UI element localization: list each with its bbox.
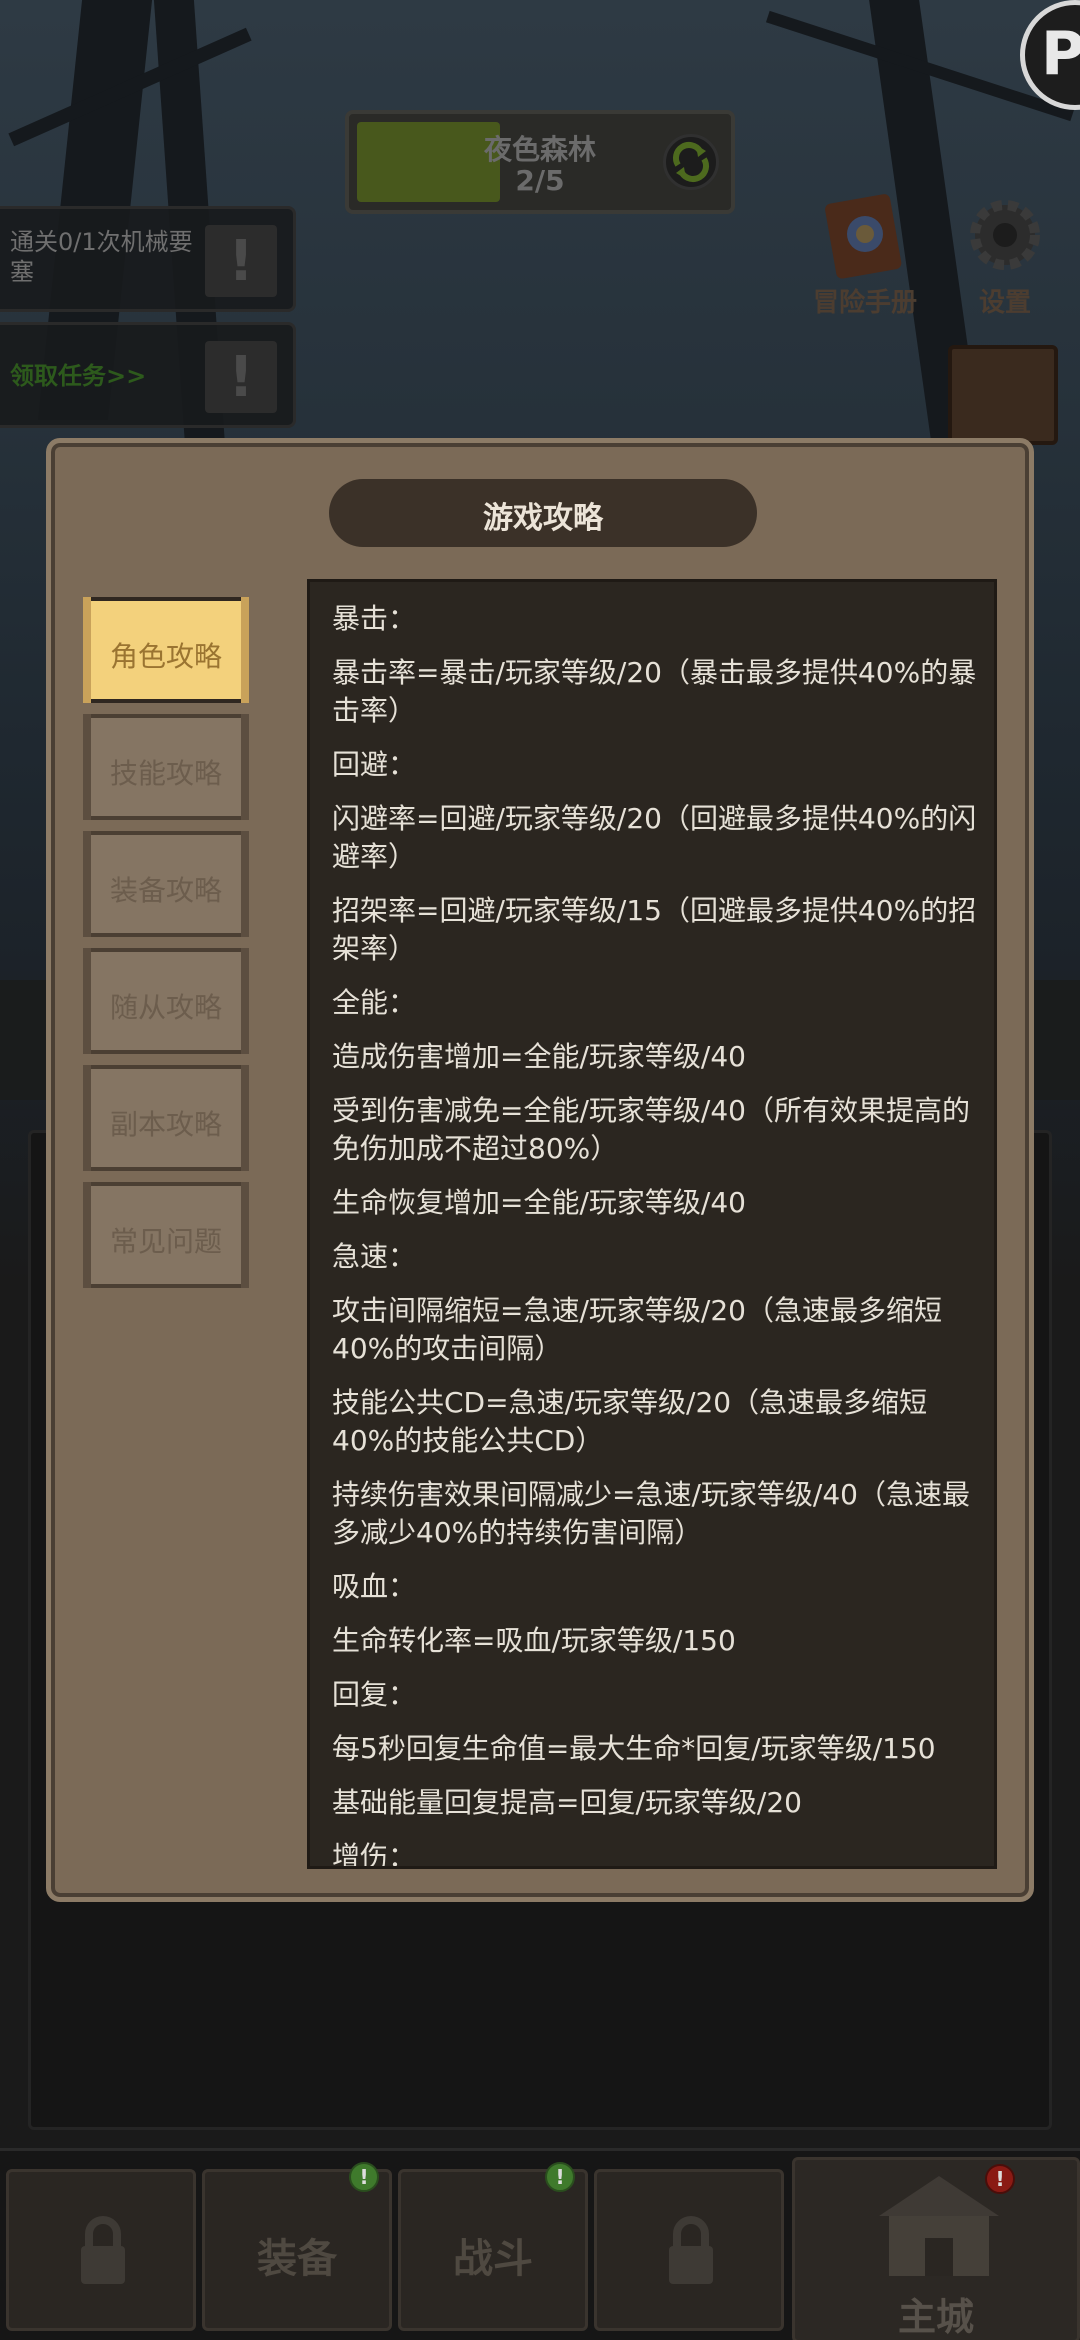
tab-faq[interactable]: 常见问题	[83, 1182, 249, 1288]
guide-text: 闪避率=回避/玩家等级/20（回避最多提供40%的闪避率）	[332, 802, 977, 873]
guide-text: 生命转化率=吸血/玩家等级/150	[332, 1624, 736, 1657]
guide-modal: 游戏攻略 角色攻略 技能攻略 装备攻略 随从攻略 副本攻略 常见问题 暴击： 暴…	[46, 438, 1034, 1902]
guide-heading: 暴击：	[332, 602, 417, 635]
nav-locked-1[interactable]	[6, 2169, 196, 2331]
tab-equipment-guide[interactable]: 装备攻略	[83, 831, 249, 937]
notification-dot	[349, 2162, 379, 2192]
guide-text: 招架率=回避/玩家等级/15（回避最多提供40%的招架率）	[332, 894, 977, 965]
settings-label: 设置	[978, 288, 1031, 318]
quest-text: 通关0/1次机械要塞	[10, 228, 193, 286]
tab-skill-guide[interactable]: 技能攻略	[83, 714, 249, 820]
exclamation-icon	[205, 341, 277, 413]
tab-label: 常见问题	[109, 1225, 222, 1258]
tab-label: 随从攻略	[109, 991, 222, 1024]
lock-icon	[81, 2216, 125, 2284]
guide-text: 基础能量回复提高=回复/玩家等级/20	[332, 1786, 802, 1819]
guide-heading: 回避：	[332, 748, 417, 781]
nav-home[interactable]: 主城	[792, 2157, 1080, 2340]
tab-label: 角色攻略	[109, 640, 222, 673]
guide-heading: 吸血：	[332, 1570, 417, 1603]
guide-heading: 全能：	[332, 986, 417, 1019]
nav-equipment-label: 装备	[257, 2236, 337, 2282]
nav-home-label: 主城	[897, 2295, 974, 2339]
tab-dungeon-guide[interactable]: 副本攻略	[83, 1065, 249, 1171]
refresh-icon[interactable]	[663, 134, 719, 190]
notice-board-icon[interactable]	[948, 345, 1058, 445]
guide-text: 每5秒回复生命值=最大生命*回复/玩家等级/150	[332, 1732, 936, 1765]
gear-icon	[960, 190, 1050, 280]
tab-label: 装备攻略	[109, 874, 222, 907]
quest-text: 领取任务>>	[10, 362, 147, 390]
guide-text: 攻击间隔缩短=急速/玩家等级/20（急速最多缩短40%的攻击间隔）	[332, 1294, 942, 1365]
guide-text: 持续伤害效果间隔减少=急速/玩家等级/40（急速最多减少40%的持续伤害间隔）	[332, 1478, 970, 1549]
settings-button[interactable]: 设置	[940, 190, 1070, 330]
tab-label: 副本攻略	[109, 1108, 222, 1141]
quest-item[interactable]: 领取任务>>	[0, 322, 296, 428]
exclamation-icon	[205, 225, 277, 297]
tab-character-guide[interactable]: 角色攻略	[83, 597, 249, 703]
modal-title-bar: 游戏攻略	[329, 479, 757, 547]
book-icon	[820, 190, 910, 280]
profile-badge-letter: P	[1041, 19, 1080, 89]
stage-indicator[interactable]: 夜色森林 2/5	[345, 110, 735, 214]
guide-text: 技能公共CD=急速/玩家等级/20（急速最多缩短40%的技能公共CD）	[332, 1386, 928, 1457]
modal-title: 游戏攻略	[483, 501, 603, 536]
guide-text: 造成伤害增加=全能/玩家等级/40	[332, 1040, 746, 1073]
lock-icon	[669, 2216, 713, 2284]
nav-battle-label: 战斗	[453, 2236, 533, 2282]
tab-follower-guide[interactable]: 随从攻略	[83, 948, 249, 1054]
guide-text: 生命恢复增加=全能/玩家等级/40	[332, 1186, 746, 1219]
guide-heading: 增伤：	[332, 1840, 417, 1869]
adventure-manual-button[interactable]: 冒险手册	[800, 190, 930, 330]
guide-heading: 回复：	[332, 1678, 417, 1711]
nav-battle[interactable]: 战斗	[398, 2162, 588, 2331]
nav-locked-2[interactable]	[594, 2169, 784, 2331]
guide-content-scroll[interactable]: 暴击： 暴击率=暴击/玩家等级/20（暴击最多提供40%的暴击率） 回避： 闪避…	[307, 579, 997, 1869]
tab-label: 技能攻略	[109, 757, 222, 790]
nav-equipment[interactable]: 装备	[202, 2162, 392, 2331]
manual-label: 冒险手册	[812, 288, 917, 318]
quest-item[interactable]: 通关0/1次机械要塞	[0, 206, 296, 312]
bottom-nav: 装备 战斗 主城	[0, 2148, 1080, 2340]
guide-heading: 急速：	[332, 1240, 417, 1273]
guide-text: 暴击率=暴击/玩家等级/20（暴击最多提供40%的暴击率）	[332, 656, 977, 727]
castle-icon	[879, 2176, 999, 2276]
guide-text: 受到伤害减免=全能/玩家等级/40（所有效果提高的免伤加成不超过80%）	[332, 1094, 970, 1165]
notification-dot	[545, 2162, 575, 2192]
